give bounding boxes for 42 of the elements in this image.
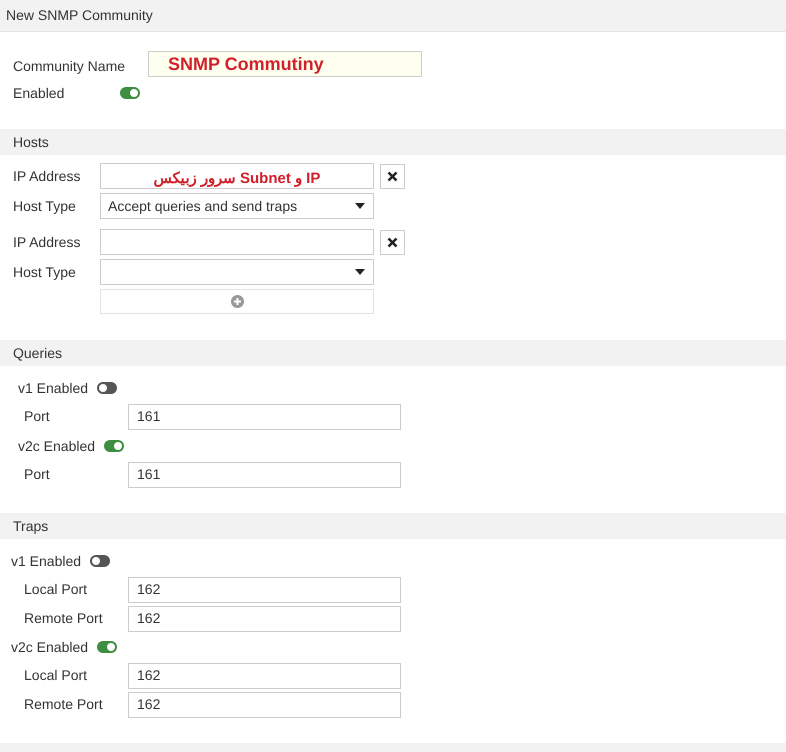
toggle-label: v1 Enabled [18, 378, 88, 398]
toggle-label: v2c Enabled [11, 638, 88, 656]
toggle-switch[interactable] [120, 87, 140, 99]
field-label: IP Address [13, 232, 82, 252]
close-icon [387, 236, 398, 248]
community-name-field[interactable]: SNMP Commutiny [148, 51, 422, 77]
ip-address-field[interactable] [100, 229, 374, 255]
remove-button[interactable] [380, 230, 405, 254]
port-field[interactable]: 161 [128, 462, 401, 488]
port-field[interactable]: 161 [128, 404, 401, 430]
field-label: Local Port [24, 666, 88, 685]
toggle-label: v1 Enabled [11, 552, 82, 570]
toggle-switch[interactable] [97, 382, 118, 394]
section-title: Traps [13, 516, 48, 536]
toggle-label: v2c Enabled [18, 436, 96, 456]
plus-icon [230, 295, 244, 308]
caret-icon [355, 269, 365, 275]
toggle-switch[interactable] [104, 440, 124, 452]
field-label: Enabled [13, 84, 66, 102]
field-label: Remote Port [24, 695, 104, 714]
window-title: New SNMP Community [6, 6, 153, 25]
port-field[interactable]: 162 [128, 662, 401, 688]
ip-address-field[interactable]: IP و Subnet سرور زبیکس [100, 163, 374, 189]
field-label: IP Address [13, 166, 82, 186]
close-icon [387, 170, 398, 182]
remove-button[interactable] [380, 164, 405, 188]
field-label: Port [24, 407, 51, 426]
caret-icon [355, 203, 365, 209]
port-field[interactable]: 162 [128, 692, 401, 718]
field-label: Host Type [13, 196, 77, 216]
section-title: Hosts [13, 132, 49, 152]
toggle-switch[interactable] [90, 555, 110, 567]
field-label: Host Type [13, 262, 77, 282]
port-field[interactable]: 162 [128, 606, 401, 632]
field-label: Local Port [24, 580, 88, 599]
field-label: Port [24, 465, 51, 484]
toggle-switch[interactable] [97, 641, 118, 653]
section-title: Queries [13, 344, 62, 363]
field-label: Remote Port [24, 609, 104, 628]
host-type-dropdown[interactable]: Accept queries and send traps [100, 193, 374, 219]
field-label: Community Name [13, 56, 126, 76]
port-field[interactable]: 162 [128, 576, 401, 602]
